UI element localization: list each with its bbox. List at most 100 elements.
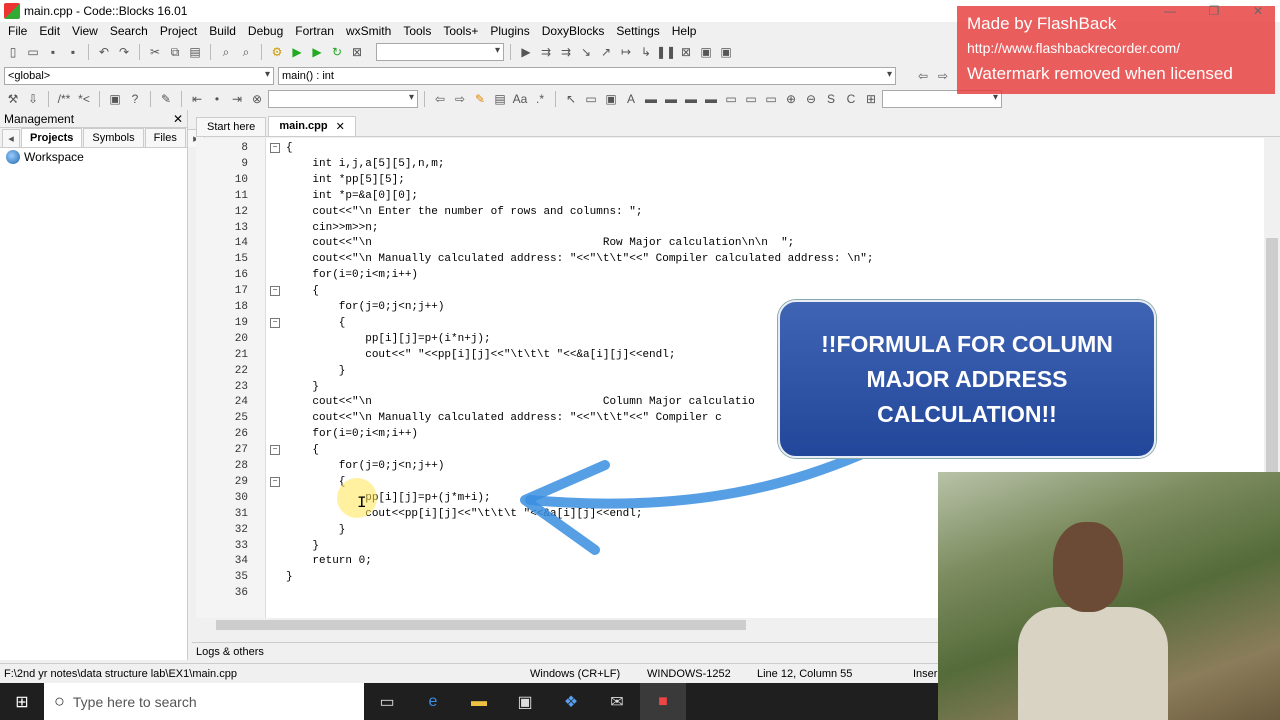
- tab-start-here[interactable]: Start here: [196, 117, 267, 136]
- back-icon[interactable]: ⇦: [914, 67, 932, 85]
- c-icon[interactable]: C: [842, 90, 860, 108]
- save-icon[interactable]: ▪: [44, 43, 62, 61]
- scope-global-select[interactable]: <global>: [4, 67, 274, 85]
- replace-icon[interactable]: ⌕: [237, 43, 255, 61]
- comment-line-icon[interactable]: *<: [75, 90, 93, 108]
- arrow-right-icon[interactable]: ⇨: [451, 90, 469, 108]
- box2-icon[interactable]: ▬: [662, 90, 680, 108]
- scroll-thumb[interactable]: [216, 620, 746, 630]
- maximize-icon[interactable]: ❐: [1192, 0, 1236, 22]
- cut-icon[interactable]: ✂: [146, 43, 164, 61]
- step-instruction-icon[interactable]: ↳: [637, 43, 655, 61]
- shape3-icon[interactable]: ▭: [762, 90, 780, 108]
- fold-icon[interactable]: −: [270, 143, 280, 153]
- compiler-icon[interactable]: ⚒: [4, 90, 22, 108]
- tab-left-icon[interactable]: ◂: [2, 129, 20, 147]
- step-into-icon[interactable]: ↘: [577, 43, 595, 61]
- next-instruction-icon[interactable]: ↦: [617, 43, 635, 61]
- tab-main-cpp[interactable]: main.cpp ✕: [268, 116, 356, 136]
- menu-edit[interactable]: Edit: [33, 24, 66, 38]
- zoom-in-icon[interactable]: ⊕: [782, 90, 800, 108]
- mail-icon[interactable]: ✉: [594, 683, 640, 720]
- debug-info-icon[interactable]: ▣: [717, 43, 735, 61]
- shape1-icon[interactable]: ▭: [722, 90, 740, 108]
- build-icon[interactable]: ⚙: [268, 43, 286, 61]
- debug-run-icon[interactable]: ▶: [517, 43, 535, 61]
- menu-settings[interactable]: Settings: [610, 24, 665, 38]
- dropbox-icon[interactable]: ❖: [548, 683, 594, 720]
- code-line[interactable]: 17 − {: [196, 283, 1256, 299]
- menu-debug[interactable]: Debug: [242, 24, 289, 38]
- debug-windows-icon[interactable]: ▣: [697, 43, 715, 61]
- highlight-icon[interactable]: ✎: [471, 90, 489, 108]
- image-icon[interactable]: ▣: [602, 90, 620, 108]
- taskbar-search[interactable]: ○ Type here to search: [44, 683, 364, 720]
- menu-tools[interactable]: Tools: [397, 24, 437, 38]
- undo-icon[interactable]: ↶: [95, 43, 113, 61]
- open-icon[interactable]: ▭: [24, 43, 42, 61]
- box4-icon[interactable]: ▬: [702, 90, 720, 108]
- toolbar-icon[interactable]: ⊞: [862, 90, 880, 108]
- arrow-left-icon[interactable]: ⇦: [431, 90, 449, 108]
- code-line[interactable]: 9 int i,j,a[5][5],n,m;: [196, 156, 1256, 172]
- fold-icon[interactable]: −: [270, 445, 280, 456]
- selected-text-icon[interactable]: ▤: [491, 90, 509, 108]
- menu-file[interactable]: File: [2, 24, 33, 38]
- close-icon[interactable]: ✕: [173, 112, 183, 126]
- task-view-icon[interactable]: ▭: [364, 683, 410, 720]
- regex-icon[interactable]: .*: [531, 90, 549, 108]
- next-bookmark-icon[interactable]: ⇥: [228, 90, 246, 108]
- store-icon[interactable]: ▣: [502, 683, 548, 720]
- file-explorer-icon[interactable]: ▬: [456, 683, 502, 720]
- zoom-out-icon[interactable]: ⊖: [802, 90, 820, 108]
- menu-doxyblocks[interactable]: DoxyBlocks: [536, 24, 611, 38]
- fold-icon[interactable]: −: [270, 286, 280, 297]
- comment-block-icon[interactable]: /**: [55, 90, 73, 108]
- codeblocks-taskbar-icon[interactable]: ■: [640, 683, 686, 720]
- menu-tools-plus[interactable]: Tools+: [437, 24, 484, 38]
- tab-symbols[interactable]: Symbols: [83, 128, 144, 147]
- box3-icon[interactable]: ▬: [682, 90, 700, 108]
- build-run-icon[interactable]: ▶: [308, 43, 326, 61]
- menu-fortran[interactable]: Fortran: [289, 24, 340, 38]
- tab-files[interactable]: Files: [144, 128, 186, 147]
- edge-icon[interactable]: e: [410, 683, 456, 720]
- prev-bookmark-icon[interactable]: ⇤: [188, 90, 206, 108]
- windows-start-icon[interactable]: ⊞: [0, 683, 44, 720]
- run-to-cursor-icon[interactable]: ⇉: [537, 43, 555, 61]
- paste-icon[interactable]: ▤: [186, 43, 204, 61]
- code-line[interactable]: 11 int *p=&a[0][0];: [196, 188, 1256, 204]
- close-window-icon[interactable]: ✕: [1236, 0, 1280, 22]
- stop-debug-icon[interactable]: ⊠: [677, 43, 695, 61]
- text-icon[interactable]: A: [622, 90, 640, 108]
- box-icon[interactable]: ▬: [642, 90, 660, 108]
- code-line[interactable]: 15 cout<<"\n Manually calculated address…: [196, 251, 1256, 267]
- close-tab-icon[interactable]: ✕: [336, 120, 345, 133]
- menu-view[interactable]: View: [66, 24, 104, 38]
- scope-function-select[interactable]: main() : int: [278, 67, 896, 85]
- menu-plugins[interactable]: Plugins: [484, 24, 535, 38]
- shape2-icon[interactable]: ▭: [742, 90, 760, 108]
- save-all-icon[interactable]: ▪: [64, 43, 82, 61]
- menu-help[interactable]: Help: [666, 24, 703, 38]
- forward-icon[interactable]: ⇨: [934, 67, 952, 85]
- s-icon[interactable]: S: [822, 90, 840, 108]
- abort-icon[interactable]: ⊠: [348, 43, 366, 61]
- code-line[interactable]: 10 int *pp[5][5];: [196, 172, 1256, 188]
- fold-icon[interactable]: −: [270, 317, 280, 328]
- menu-wxsmith[interactable]: wxSmith: [340, 24, 397, 38]
- clear-bookmarks-icon[interactable]: ⊗: [248, 90, 266, 108]
- scroll-thumb[interactable]: [1266, 238, 1278, 498]
- fold-icon[interactable]: −: [270, 476, 280, 487]
- redo-icon[interactable]: ↷: [115, 43, 133, 61]
- doxy-extract-icon[interactable]: ▣: [106, 90, 124, 108]
- run-icon[interactable]: ▶: [288, 43, 306, 61]
- code-line[interactable]: 12 cout<<"\n Enter the number of rows an…: [196, 204, 1256, 220]
- spell-check-icon[interactable]: Aa: [511, 90, 529, 108]
- new-file-icon[interactable]: ▯: [4, 43, 22, 61]
- code-line[interactable]: 16 for(i=0;i<m;i++): [196, 267, 1256, 283]
- menu-build[interactable]: Build: [203, 24, 242, 38]
- doxy-help-icon[interactable]: ?: [126, 90, 144, 108]
- next-line-icon[interactable]: ⇉: [557, 43, 575, 61]
- frame-icon[interactable]: ▭: [582, 90, 600, 108]
